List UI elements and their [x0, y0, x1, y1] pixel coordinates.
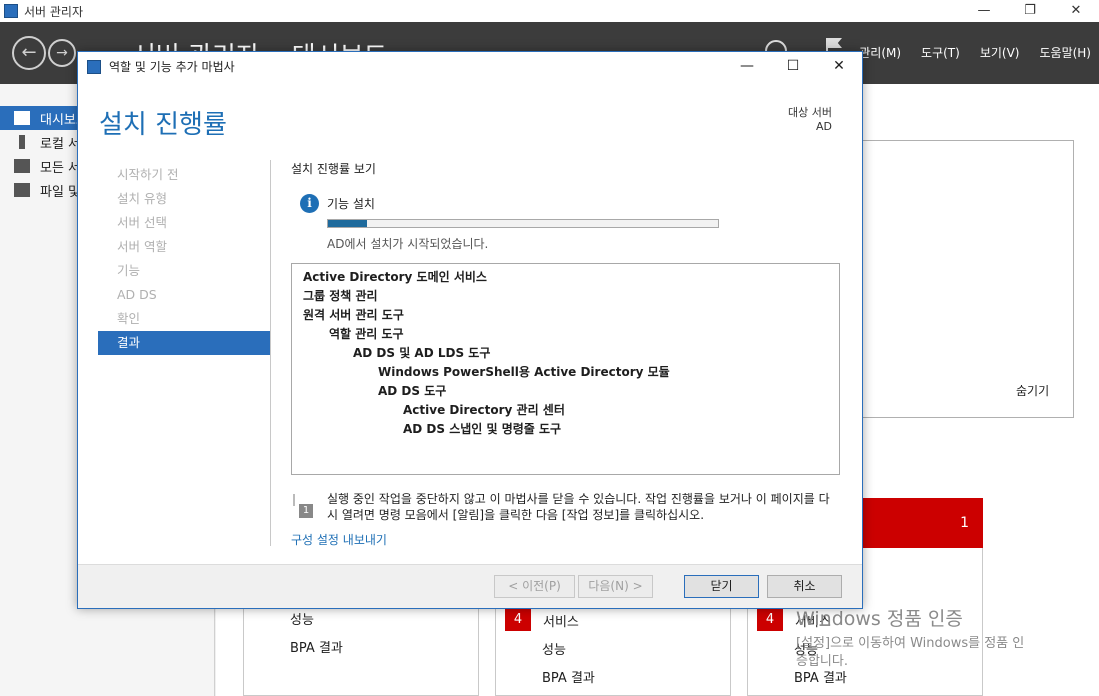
result-item: 원격 서버 관리 도구 [303, 308, 404, 322]
server-manager-app-icon [4, 4, 18, 18]
wizard-maximize-button[interactable]: ☐ [770, 52, 816, 81]
tile-row-bpa[interactable]: BPA 결과 [542, 665, 595, 687]
menu-tools[interactable]: 도구(T) [921, 44, 960, 61]
notification-count-badge: 1 [299, 504, 313, 518]
step-features: 기능 [117, 263, 141, 278]
feature-install-label: 기능 설치 [327, 197, 375, 211]
step-server-selection: 서버 선택 [117, 215, 167, 230]
close-wizard-button[interactable]: 닫기 [684, 575, 759, 598]
menu-view[interactable]: 보기(V) [980, 44, 1020, 61]
notification-flag-icon: 1 [291, 494, 315, 518]
server-icon [19, 135, 25, 149]
step-before-you-begin: 시작하기 전 [117, 167, 179, 182]
install-progress-bar [327, 219, 719, 228]
step-installation-type: 설치 유형 [117, 191, 167, 206]
notice-text: 실행 중인 작업을 중단하지 않고 이 마법사를 닫을 수 있습니다. 작업 진… [327, 492, 830, 522]
menu-manage[interactable]: 관리(M) [859, 44, 901, 61]
step-results[interactable]: 결과 [98, 331, 270, 355]
target-server: 대상 서버 AD [788, 106, 832, 134]
wizard-minimize-button[interactable]: — [724, 52, 770, 81]
watermark-line: 증합니다. [796, 654, 848, 669]
minimize-button[interactable]: — [961, 0, 1007, 22]
results-list[interactable]: Active Directory 도메인 서비스그룹 정책 관리원격 서버 관리… [291, 263, 840, 475]
wizard-steps-nav: 시작하기 전 설치 유형 서버 선택 서버 역할 기능 AD DS 확인 결과 [98, 163, 270, 355]
watermark-line: [설정]으로 이동하여 Windows를 정품 인 [796, 636, 1025, 651]
tile-row-bpa[interactable]: BPA 결과 [290, 635, 343, 657]
tile-row-label: 서비스 [543, 614, 579, 630]
wizard-divider [270, 160, 271, 546]
server-manager-titlebar: 서버 관리자 — ❐ ✕ [0, 0, 1099, 22]
tile-row-performance[interactable]: 성능 [542, 637, 566, 659]
info-icon: i [300, 194, 319, 213]
result-item: Active Directory 관리 센터 [403, 403, 565, 417]
install-progress-fill [328, 220, 367, 227]
wizard-close-button[interactable]: ✕ [816, 52, 862, 81]
server-manager-window-title: 서버 관리자 [24, 4, 84, 19]
result-item: AD DS 스냅인 및 명령줄 도구 [403, 422, 562, 436]
feature-install-row: i 기능 설치 [300, 194, 375, 213]
target-server-value: AD [816, 120, 832, 133]
close-button[interactable]: ✕ [1053, 0, 1099, 22]
wizard-heading: 설치 진행률 [99, 110, 227, 140]
servers-icon [14, 159, 30, 173]
menu-help[interactable]: 도움말(H) [1039, 44, 1091, 61]
back-arrow-icon[interactable]: ← [12, 36, 46, 70]
wizard-app-icon [87, 59, 101, 74]
main-menu: 관리(M) 도구(T) 보기(V) 도움말(H) [839, 44, 1099, 61]
wizard-content: 설치 진행률 보기 i 기능 설치 AD에서 설치가 시작되었습니다. Acti… [291, 160, 841, 547]
alert-badge: 4 [757, 609, 783, 631]
install-status-text: AD에서 설치가 시작되었습니다. [327, 237, 489, 251]
next-button[interactable]: 다음(N) > [578, 575, 653, 598]
welcome-panel [860, 140, 1074, 418]
previous-button[interactable]: < 이전(P) [494, 575, 575, 598]
wizard-window-title: 역할 및 기능 추가 마법사 [109, 60, 235, 74]
result-item: Windows PowerShell용 Active Directory 모듈 [378, 365, 670, 379]
tile-count: 1 [960, 515, 969, 531]
result-item: AD DS 도구 [378, 384, 447, 398]
wizard-titlebar: 역할 및 기능 추가 마법사 — ☐ ✕ [78, 52, 862, 81]
tile-row-performance[interactable]: 성능 [290, 607, 314, 629]
alert-badge: 4 [505, 609, 531, 631]
result-item: Active Directory 도메인 서비스 [303, 270, 487, 284]
dashboard-grid-icon [14, 111, 30, 125]
file-storage-icon [14, 183, 30, 197]
section-label: 설치 진행률 보기 [291, 162, 376, 176]
restore-button[interactable]: ❐ [1007, 0, 1053, 22]
result-item: 역할 관리 도구 [329, 327, 404, 341]
cancel-button[interactable]: 취소 [767, 575, 842, 598]
target-server-label: 대상 서버 [788, 106, 832, 119]
wizard-footer: < 이전(P) 다음(N) > 닫기 취소 [78, 564, 862, 608]
tile-row-services[interactable]: 4 서비스 [505, 609, 579, 631]
export-settings-link[interactable]: 구성 설정 내보내기 [291, 531, 387, 548]
step-ad-ds: AD DS [117, 287, 157, 302]
notification-notice: 1 실행 중인 작업을 중단하지 않고 이 마법사를 닫을 수 있습니다. 작업… [291, 491, 841, 523]
activation-watermark: Windows 정품 인증 [설정]으로 이동하여 Windows를 정품 인 … [796, 604, 1024, 671]
forward-arrow-icon[interactable]: → [48, 39, 76, 67]
add-roles-wizard-dialog: 역할 및 기능 추가 마법사 — ☐ ✕ 설치 진행률 대상 서버 AD 시작하… [77, 51, 863, 609]
step-confirmation: 확인 [117, 311, 141, 326]
result-item: 그룹 정책 관리 [303, 289, 378, 303]
step-server-roles: 서버 역할 [117, 239, 167, 254]
hide-welcome-link[interactable]: 숨기기 [1016, 382, 1049, 399]
result-item: AD DS 및 AD LDS 도구 [353, 346, 491, 360]
